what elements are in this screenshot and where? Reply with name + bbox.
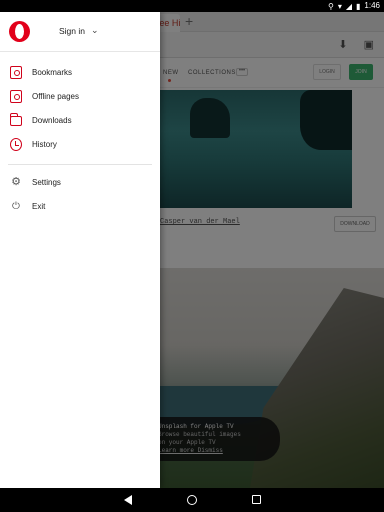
drawer-item-label: Exit	[32, 202, 46, 211]
bookmarks-icon	[10, 66, 22, 79]
sign-in-button[interactable]: Sign in	[59, 26, 85, 36]
drawer-item-offline-pages[interactable]: Offline pages	[0, 85, 160, 109]
gear-icon: ⚙	[11, 176, 21, 188]
drawer-item-exit[interactable]: ⏻ Exit	[0, 195, 160, 219]
drawer-item-label: Settings	[32, 178, 61, 187]
chevron-down-icon[interactable]: ⌄	[91, 25, 99, 36]
recents-icon[interactable]	[252, 495, 261, 504]
drawer-item-label: History	[32, 140, 57, 149]
location-icon: ⚲	[327, 1, 334, 11]
history-icon	[10, 138, 22, 151]
navigation-drawer: Sign in ⌄ Bookmarks Offline pages Downlo…	[0, 12, 160, 488]
drawer-item-settings[interactable]: ⚙ Settings	[0, 171, 160, 195]
wifi-icon: ▾	[337, 1, 342, 11]
drawer-divider	[8, 164, 152, 165]
system-nav-bar	[0, 488, 384, 512]
offline-pages-icon	[10, 90, 22, 103]
drawer-item-bookmarks[interactable]: Bookmarks	[0, 61, 160, 85]
drawer-item-downloads[interactable]: Downloads	[0, 109, 160, 133]
android-screen: ⚲ ▾ ◢ ▮ 1:46 Unsplash | Free Hi-Res Phot…	[0, 0, 384, 512]
drawer-item-label: Downloads	[32, 116, 72, 125]
drawer-item-history[interactable]: History	[0, 133, 160, 157]
back-icon[interactable]	[124, 495, 132, 505]
signal-icon: ◢	[345, 1, 353, 11]
drawer-header: Sign in ⌄	[0, 12, 160, 52]
battery-icon: ▮	[356, 1, 361, 11]
opera-logo-icon	[9, 21, 30, 42]
downloads-icon	[10, 113, 22, 126]
status-time: 1:46	[364, 1, 380, 10]
status-icons: ⚲ ▾ ◢ ▮ 1:46	[328, 1, 380, 11]
home-icon[interactable]	[187, 495, 197, 505]
power-icon: ⏻	[12, 201, 20, 212]
status-bar: ⚲ ▾ ◢ ▮ 1:46	[0, 0, 384, 12]
drawer-item-label: Bookmarks	[32, 68, 73, 77]
drawer-item-label: Offline pages	[32, 92, 79, 101]
